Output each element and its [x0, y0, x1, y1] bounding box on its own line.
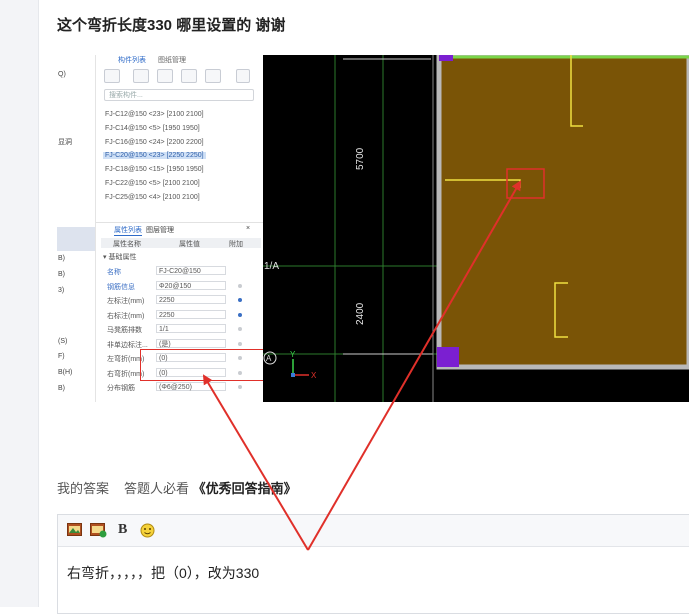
group-basic-attrs[interactable]: ▾ 基础属性 [103, 252, 136, 262]
property-value-input[interactable]: (是) [156, 338, 226, 348]
component-item[interactable]: FJ-C16@150 <24> [2200 2200] [105, 139, 204, 146]
property-value-input[interactable]: 2250 [156, 295, 226, 304]
attach-checkbox[interactable] [238, 385, 242, 389]
axis-circle-label: A [266, 354, 272, 363]
attach-checkbox[interactable] [238, 327, 242, 331]
left-label: B) [58, 385, 65, 392]
question-screenshot: Q) 显洞 B) B) 3) (S) F) B(H) B) 构件列表 图纸管理 … [57, 55, 689, 402]
left-label: B) [58, 271, 65, 278]
question-title: 这个弯折长度330 哪里设置的 谢谢 [57, 17, 286, 34]
component-item-selected[interactable]: FJ-C20@150 <23> [2250 2250] [103, 152, 206, 159]
upload-image-icon[interactable] [90, 523, 107, 538]
property-tabs: 属性列表 图层管理 × [96, 222, 263, 237]
cad-drawing: 5700 2400 1/A A Y X [263, 55, 689, 402]
component-item[interactable]: FJ-C22@150 <5> [2100 2100] [105, 180, 200, 187]
left-label: Q) [58, 71, 66, 78]
property-value-input[interactable]: 1/1 [156, 324, 226, 333]
left-label: 显洞 [58, 139, 72, 146]
bold-button[interactable]: B [118, 522, 127, 538]
left-label: B(H) [58, 369, 73, 376]
table-icon[interactable] [205, 69, 221, 83]
left-label: B) [58, 255, 65, 262]
axis-y-label: Y [290, 350, 296, 359]
cad-canvas[interactable]: 5700 2400 1/A A Y X [263, 55, 689, 402]
left-column-highlight [57, 227, 95, 251]
property-name: 分布钢筋 [107, 385, 135, 392]
left-label: (S) [58, 338, 68, 345]
panel-header-tab[interactable]: 构件列表 [118, 55, 146, 65]
tab-my-answer[interactable]: 我的答案 [57, 481, 109, 496]
attach-checkbox[interactable] [238, 341, 242, 346]
property-value-input[interactable]: FJ-C20@150 [156, 266, 226, 275]
answer-editor[interactable]: B 右弯折，，，，，把（0），改为330 [57, 514, 689, 614]
highlight-box-bend-props [140, 349, 272, 381]
tab-must-read[interactable]: 答题人必看 [124, 481, 189, 496]
property-name: 左弯折(mm) [107, 356, 145, 363]
component-panel: 构件列表 图纸管理 搜索构件... FJ-C12@150 <23> [2100 … [96, 55, 272, 402]
component-item[interactable]: FJ-C12@150 <23> [2100 2100] [105, 111, 204, 118]
grid-label-1a: 1/A [264, 261, 279, 272]
left-label: F) [58, 353, 65, 360]
property-name: 非单边标注... [107, 341, 148, 349]
answer-tabs: 我的答案 答题人必看 《优秀回答指南》 [57, 478, 297, 497]
editor-content[interactable]: 右弯折，，，，，把（0），改为330 [67, 563, 259, 583]
tab-layers[interactable]: 图层管理 [146, 225, 174, 235]
axis-x-label: X [311, 371, 317, 380]
dim-5700: 5700 [355, 147, 366, 170]
close-icon[interactable]: × [246, 225, 250, 232]
guide-link[interactable]: 《优秀回答指南》 [193, 481, 297, 496]
property-value-input[interactable]: 2250 [156, 309, 226, 319]
component-item[interactable]: FJ-C18@150 <15> [1950 1950] [105, 166, 204, 173]
copy-icon[interactable] [133, 69, 149, 83]
col-attach: 附加 [229, 241, 243, 248]
col-value: 属性值 [179, 241, 200, 248]
dim-2400: 2400 [355, 302, 366, 325]
component-item[interactable]: FJ-C25@150 <4> [2100 2100] [105, 194, 200, 201]
left-label: 3) [58, 287, 65, 294]
col-name: 属性名称 [113, 241, 141, 248]
property-value-input[interactable]: Φ20@150 [156, 280, 226, 290]
more-icon[interactable] [236, 69, 250, 83]
property-name: 钢筋信息 [107, 283, 135, 291]
screenshot-left-column: Q) 显洞 B) B) 3) (S) F) B(H) B) [57, 55, 96, 402]
attach-checkbox[interactable] [238, 298, 242, 302]
new-component-icon[interactable] [104, 69, 120, 83]
insert-image-icon[interactable] [67, 523, 82, 536]
property-name: 右弯折(mm) [107, 370, 145, 378]
layer-icon[interactable] [181, 69, 197, 83]
emoji-icon[interactable] [140, 523, 155, 538]
attach-checkbox[interactable] [238, 312, 242, 317]
panel-header-tab[interactable]: 图纸管理 [158, 55, 186, 65]
property-value-input[interactable]: (Φ6@250) [156, 382, 226, 391]
delete-icon[interactable] [157, 69, 173, 83]
page-left-strip [0, 0, 39, 607]
attach-checkbox[interactable] [238, 283, 242, 288]
property-name: 左标注(mm) [107, 298, 145, 305]
component-search-input[interactable]: 搜索构件... [104, 89, 254, 101]
group-label: 基础属性 [108, 254, 137, 261]
property-table-header: 属性名称 属性值 附加 [101, 238, 261, 248]
property-name: 右标注(mm) [107, 312, 145, 320]
editor-toolbar: B [58, 515, 689, 547]
property-name: 名称 [107, 269, 121, 276]
component-item[interactable]: FJ-C14@150 <5> [1950 1950] [105, 125, 200, 132]
property-name: 马凳筋排数 [107, 327, 142, 334]
tab-properties[interactable]: 属性列表 [114, 225, 142, 236]
